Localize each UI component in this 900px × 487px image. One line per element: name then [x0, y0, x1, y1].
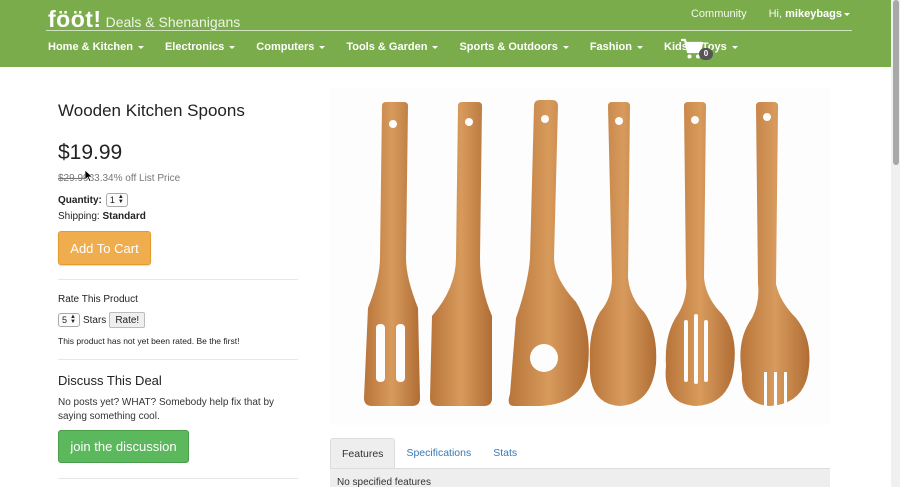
- divider: [58, 478, 298, 479]
- wooden-spoons-image: [364, 100, 810, 406]
- list-price-line: $29.9933.34% off List Price: [58, 173, 180, 184]
- discount-text: 33.34% off List Price: [88, 173, 181, 184]
- nav-label: Sports & Outdoors: [459, 41, 558, 53]
- shipping-label: Shipping:: [58, 211, 100, 222]
- quantity-row: Quantity: 1 ▲ ▼: [58, 193, 128, 207]
- chevron-down-icon: [562, 45, 569, 49]
- select-arrows-icon: ▲ ▼: [117, 194, 124, 205]
- main-nav: Home & Kitchen Electronics Computers Too…: [48, 41, 759, 53]
- brand[interactable]: fööt! Deals & Shenanigans: [48, 6, 240, 33]
- shipping-value: Standard: [102, 211, 146, 222]
- product-title: Wooden Kitchen Spoons: [58, 101, 245, 120]
- quantity-label: Quantity:: [58, 194, 102, 206]
- nav-label: Fashion: [589, 41, 632, 53]
- tab-specifications[interactable]: Specifications: [395, 438, 482, 468]
- discuss-title: Discuss This Deal: [58, 373, 162, 388]
- stars-label: Stars: [82, 314, 107, 326]
- mouse-cursor-icon: [85, 170, 93, 182]
- community-link[interactable]: Community: [691, 8, 747, 20]
- divider: [58, 279, 298, 280]
- rating-note: This product has not yet been rated. Be …: [58, 336, 240, 346]
- site-tagline: Deals & Shenanigans: [105, 14, 241, 30]
- chevron-down-icon: [319, 45, 326, 49]
- page-scrollbar[interactable]: [891, 0, 900, 487]
- nav-label: Home & Kitchen: [48, 41, 133, 53]
- nav-label: Computers: [256, 41, 315, 53]
- rate-title: Rate This Product: [58, 294, 138, 305]
- nav-electronics[interactable]: Electronics: [164, 41, 236, 53]
- fork-spoon: [740, 102, 810, 406]
- chevron-down-icon[interactable]: [844, 12, 850, 16]
- stars-value: 5: [62, 315, 68, 325]
- slotted-spatula: [364, 102, 420, 406]
- product-tabs: Features Specifications Stats: [330, 438, 830, 469]
- nav-tools-garden[interactable]: Tools & Garden: [346, 41, 439, 53]
- user-links: Community Hi, mikeybags: [691, 8, 850, 20]
- hole-spoon: [508, 100, 589, 406]
- flat-spatula: [430, 102, 492, 406]
- cart-button[interactable]: 0: [680, 38, 716, 62]
- nav-label: Electronics: [164, 41, 225, 53]
- nav-home-kitchen[interactable]: Home & Kitchen: [48, 41, 144, 53]
- stars-select[interactable]: 5 ▲ ▼: [58, 313, 80, 327]
- greeting-text: Hi,: [768, 8, 783, 20]
- tab-content: No specified features: [330, 469, 830, 487]
- nav-fashion[interactable]: Fashion: [590, 41, 643, 53]
- rating-row: 5 ▲ ▼ Stars Rate!: [58, 312, 146, 328]
- discuss-text: No posts yet? WHAT? Somebody help fix th…: [58, 397, 275, 422]
- nav-sports-outdoors[interactable]: Sports & Outdoors: [459, 41, 569, 53]
- select-arrows-icon: ▲ ▼: [70, 314, 76, 325]
- add-to-cart-button[interactable]: Add To Cart: [58, 231, 151, 265]
- chevron-down-icon: [432, 45, 439, 49]
- join-discussion-button[interactable]: join the discussion: [58, 430, 189, 463]
- quantity-value: 1: [109, 195, 115, 205]
- quantity-select[interactable]: 1 ▲ ▼: [105, 193, 128, 207]
- user-menu[interactable]: mikeybags: [785, 8, 842, 20]
- header-divider: [46, 30, 852, 31]
- divider: [58, 359, 298, 360]
- tab-features[interactable]: Features: [330, 438, 396, 468]
- product-image[interactable]: [330, 88, 830, 425]
- chevron-down-icon: [637, 45, 643, 49]
- chevron-down-icon: [137, 45, 144, 49]
- chevron-down-icon: [731, 45, 738, 49]
- nav-label: Tools & Garden: [346, 41, 428, 53]
- tab-stats[interactable]: Stats: [482, 438, 528, 468]
- slotted-spoon: [665, 102, 735, 406]
- site-logo[interactable]: fööt!: [48, 6, 102, 33]
- list-price: $29.99: [58, 173, 89, 184]
- shipping-row: Shipping: Standard: [58, 211, 146, 222]
- nav-computers[interactable]: Computers: [256, 41, 326, 53]
- product-price: $19.99: [58, 141, 123, 164]
- site-header: fööt! Deals & Shenanigans Community Hi, …: [0, 0, 900, 67]
- rate-button[interactable]: Rate!: [109, 312, 146, 328]
- solid-spoon: [589, 102, 657, 406]
- cart-count-badge: 0: [699, 48, 713, 60]
- scroll-thumb[interactable]: [893, 0, 899, 165]
- chevron-down-icon: [229, 45, 236, 49]
